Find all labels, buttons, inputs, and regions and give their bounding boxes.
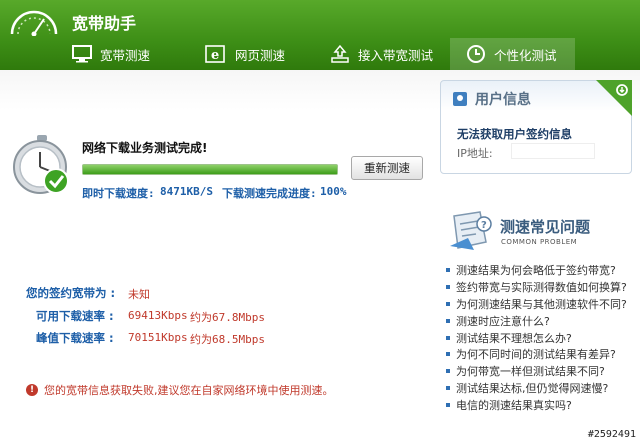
ip-address-label: IP地址:: [457, 147, 493, 160]
tab-broadband-speed-test[interactable]: 宽带测速: [72, 38, 192, 70]
completion-progress-value: 100%: [320, 185, 347, 198]
peak-rate-kbps: 70151Kbps: [128, 331, 188, 344]
instant-speed-label: 即时下载速度:: [82, 187, 155, 200]
bullet-icon: [446, 385, 450, 390]
ip-address-value: [511, 143, 595, 159]
svg-text:e: e: [211, 48, 219, 63]
faq-item[interactable]: 测速时应注意什么?: [446, 312, 627, 329]
clock-icon: [466, 44, 486, 64]
monitor-icon: [72, 45, 92, 63]
title-bar: 宽带助手 宽带测速 e 网页测速 接入带宽测试 个性化测试: [0, 0, 640, 70]
available-rate-kbps: 69413Kbps: [128, 309, 188, 322]
faq-item[interactable]: 签约带宽与实际测得数值如何换算?: [446, 279, 627, 296]
faq-list: 测速结果为何会略低于签约带宽? 签约带宽与实际测得数值如何换算? 为何测速结果与…: [446, 262, 627, 413]
bullet-icon: [446, 402, 450, 407]
available-rate-mbps: 约为67.8Mbps: [190, 311, 265, 324]
faq-item[interactable]: 为何测速结果与其他测速软件不同?: [446, 296, 627, 313]
peak-rate-label: 峰值下载速率 :: [36, 331, 114, 345]
refresh-icon[interactable]: [596, 80, 632, 116]
subscribed-bandwidth-label: 您的签约宽带为 :: [26, 286, 116, 300]
user-info-card: 用户信息 无法获取用户签约信息 IP地址:: [440, 80, 632, 174]
main-tabs: 宽带测速 e 网页测速 接入带宽测试 个性化测试: [0, 38, 640, 70]
tab-label: 接入带宽测试: [358, 47, 434, 63]
completion-progress-label: 下载测速完成进度:: [222, 187, 317, 200]
faq-item[interactable]: 为何不同时间的测试结果有差异?: [446, 346, 627, 363]
retest-button[interactable]: 重新测速: [351, 156, 423, 180]
peak-rate-mbps: 约为68.5Mbps: [190, 333, 265, 346]
faq-item[interactable]: 测试结果达标,但仍觉得网速慢?: [446, 380, 627, 397]
faq-subtitle: COMMON PROBLEM: [501, 238, 578, 246]
instant-speed-value: 8471KB/S: [160, 185, 213, 198]
faq-item[interactable]: 电信的测速结果真实吗?: [446, 396, 627, 413]
faq-item[interactable]: 为何带宽一样但测试结果不同?: [446, 363, 627, 380]
faq-item[interactable]: 测速结果为何会略低于签约带宽?: [446, 262, 627, 279]
subscribed-bandwidth-value: 未知: [128, 288, 150, 301]
error-message: 您的宽带信息获取失败,建议您在自家网络环境中使用测速。: [44, 384, 334, 397]
error-notice: ! 您的宽带信息获取失败,建议您在自家网络环境中使用测速。: [26, 382, 334, 398]
available-rate-label: 可用下载速率 :: [36, 309, 114, 323]
faq-banner-icon: ?: [450, 211, 492, 250]
network-upload-icon: [330, 44, 350, 64]
user-info-header: 用户信息: [453, 89, 531, 109]
tab-personalized-test[interactable]: 个性化测试: [450, 38, 575, 70]
user-info-title: 用户信息: [475, 92, 531, 108]
tab-label: 个性化测试: [494, 47, 557, 63]
progress-fill: [83, 165, 337, 174]
bullet-icon: [446, 268, 450, 273]
browser-e-icon: e: [205, 44, 227, 64]
user-info-icon: [453, 92, 467, 106]
bullet-icon: [446, 285, 450, 290]
download-progress-bar: [82, 164, 338, 175]
stopwatch-complete-icon: [13, 135, 69, 194]
tab-label: 宽带测速: [100, 47, 151, 63]
tab-label: 网页测速: [235, 47, 286, 63]
watermark: #2592491: [587, 429, 636, 440]
svg-text:?: ?: [481, 220, 487, 231]
bullet-icon: [446, 352, 450, 357]
error-icon: !: [26, 384, 38, 396]
bullet-icon: [446, 301, 450, 306]
tab-access-bandwidth-test[interactable]: 接入带宽测试: [330, 38, 445, 70]
app-title: 宽带助手: [72, 14, 137, 33]
faq-title: 测速常见问题: [500, 218, 591, 236]
tab-webpage-speed-test[interactable]: e 网页测速: [205, 38, 310, 70]
bullet-icon: [446, 335, 450, 340]
user-info-message: 无法获取用户签约信息: [457, 127, 572, 141]
bullet-icon: [446, 318, 450, 323]
test-status-message: 网络下载业务测试完成!: [82, 141, 208, 155]
faq-item[interactable]: 测试结果不理想怎么办?: [446, 329, 627, 346]
bullet-icon: [446, 369, 450, 374]
speedometer-logo-icon: [10, 10, 58, 36]
